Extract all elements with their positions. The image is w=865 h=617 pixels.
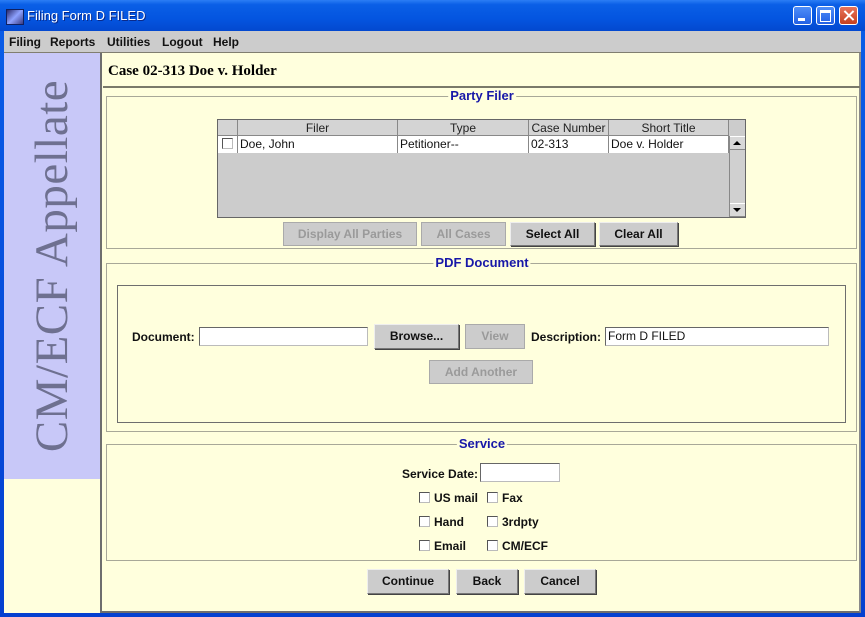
service-section: Service Service Date: US mail Fax Hand 3… [106,436,857,561]
select-all-button[interactable]: Select All [510,222,595,246]
application-window: Filing Form D FILED Filing Reports Utili… [0,0,865,617]
checkbox-fax[interactable]: Fax [487,491,523,505]
menu-bar: Filing Reports Utilities Logout Help [4,31,861,54]
menu-filing[interactable]: Filing [9,35,41,49]
clear-all-button[interactable]: Clear All [599,222,678,246]
back-button[interactable]: Back [456,569,518,594]
row-checkbox[interactable] [222,138,233,149]
description-label: Description: [531,330,602,344]
continue-button[interactable]: Continue [367,569,449,594]
minimize-button[interactable] [793,6,812,25]
menu-logout[interactable]: Logout [162,35,203,49]
party-filer-table: Filer Type Case Number Short Title Doe, … [217,119,746,218]
service-date-input[interactable] [480,463,560,482]
cell-filer: Doe, John [238,136,398,153]
description-input[interactable]: Form D FILED [605,327,829,346]
table-scrollbar[interactable] [729,136,745,217]
all-cases-button[interactable]: All Cases [421,222,506,246]
cell-type: Petitioner-- [398,136,529,153]
column-header-filer[interactable]: Filer [238,120,398,136]
menu-utilities[interactable]: Utilities [107,35,150,49]
display-all-parties-button[interactable]: Display All Parties [283,222,417,246]
pdf-document-legend: PDF Document [433,255,531,270]
pdf-document-section: PDF Document Document: Browse... View De… [106,255,857,432]
add-another-button[interactable]: Add Another [429,360,533,384]
column-header-case-number[interactable]: Case Number [529,120,609,136]
cell-short-title: Doe v. Holder [609,136,729,153]
case-heading: Case 02-313 Doe v. Holder [108,63,277,79]
client-area: CM/ECF Appellate Case 02-313 Doe v. Hold… [4,53,861,613]
cell-case-number: 02-313 [529,136,609,153]
main-panel: Case 02-313 Doe v. Holder Party Filer Fi… [100,53,861,613]
service-legend: Service [456,436,508,451]
checkbox-us-mail[interactable]: US mail [419,491,478,505]
scroll-down-arrow-icon[interactable] [730,203,745,217]
checkbox-cmecf[interactable]: CM/ECF [487,539,548,553]
select-column-header [218,120,238,136]
checkbox-3rdpty[interactable]: 3rdpty [487,515,539,529]
browse-button[interactable]: Browse... [374,324,459,349]
party-filer-section: Party Filer Filer Type Case Number Short… [106,88,857,249]
close-button[interactable] [839,6,858,25]
sidebar-logo-panel: CM/ECF Appellate [4,53,100,479]
checkbox-hand[interactable]: Hand [419,515,464,529]
party-filer-legend: Party Filer [448,88,516,103]
scroll-up-arrow-icon[interactable] [730,136,745,150]
pdf-document-inner-panel: Document: Browse... View Description: Fo… [117,285,846,423]
maximize-button[interactable] [816,6,835,25]
menu-reports[interactable]: Reports [50,35,95,49]
column-header-type[interactable]: Type [398,120,529,136]
document-label: Document: [132,330,195,344]
service-date-label: Service Date: [402,467,479,481]
cancel-button[interactable]: Cancel [524,569,596,594]
view-button[interactable]: View [465,324,525,349]
menu-help[interactable]: Help [213,35,239,49]
title-bar[interactable]: Filing Form D FILED [0,0,865,31]
document-path-input[interactable] [199,327,368,346]
cmecf-appellate-logo: CM/ECF Appellate [26,79,78,453]
checkbox-email[interactable]: Email [419,539,466,553]
window-title: Filing Form D FILED [27,8,146,23]
app-icon [6,9,24,25]
column-header-short-title[interactable]: Short Title [609,120,729,136]
